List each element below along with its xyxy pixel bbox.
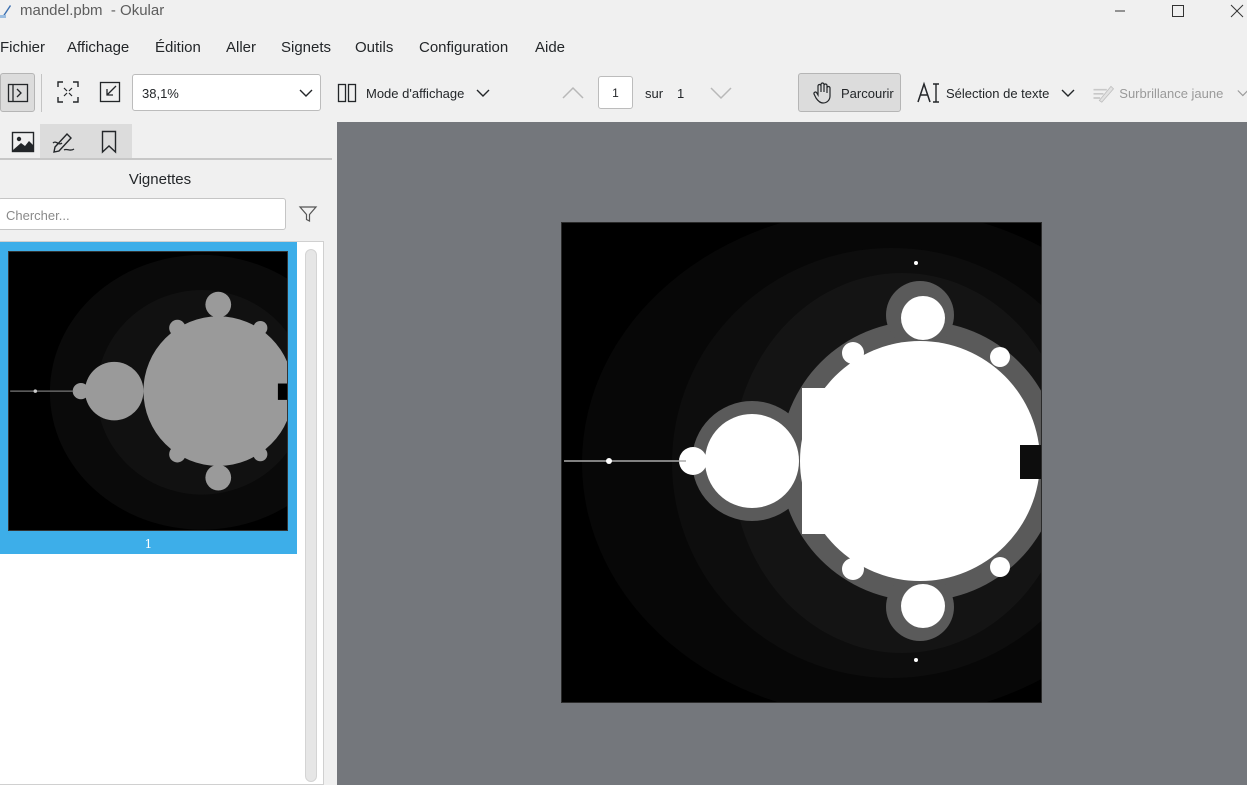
next-page-button[interactable] [707, 80, 735, 106]
chevron-down-icon [1061, 89, 1075, 97]
text-selection-tool-button[interactable]: Sélection de texte [914, 78, 1079, 108]
page-total: 1 [677, 86, 685, 101]
zoom-to-fit-icon [99, 81, 121, 103]
document-page[interactable] [562, 223, 1041, 702]
toolbar-separator [41, 74, 42, 112]
previous-page-button[interactable] [559, 80, 587, 106]
hand-icon [813, 82, 831, 104]
fit-page-icon [57, 81, 79, 103]
close-icon [1230, 4, 1244, 18]
page-number-input[interactable]: 1 [598, 76, 633, 109]
menu-outils[interactable]: Outils [355, 39, 393, 56]
menu-edition[interactable]: Édition [155, 39, 201, 56]
close-button[interactable] [1214, 0, 1247, 22]
minimize-button[interactable] [1097, 0, 1143, 22]
zoom-value: 38,1% [142, 86, 179, 101]
mandelbrot-image [562, 223, 1041, 702]
annotation-pen-icon [52, 132, 75, 153]
tab-divider [0, 158, 332, 160]
yellow-highlight-tool-button[interactable]: Surbrillance jaune [1089, 78, 1247, 108]
fit-to-window-button[interactable] [54, 78, 82, 106]
text-selection-dropdown[interactable] [1059, 84, 1077, 102]
filter-button[interactable] [298, 204, 320, 226]
thumbnail-image[interactable] [8, 251, 288, 531]
filter-icon [298, 206, 318, 222]
thumbnail-search-input[interactable]: Chercher... [0, 198, 286, 230]
text-select-icon [917, 81, 939, 103]
image-icon [11, 131, 35, 152]
menu-bar: Fichier Affichage Édition Aller Signets … [0, 34, 1247, 62]
thumbnail-scrollbar[interactable] [305, 249, 317, 782]
maximize-icon [1172, 5, 1184, 17]
minimize-icon [1115, 10, 1125, 12]
panel-title: Vignettes [128, 171, 192, 188]
chevron-down-icon [710, 87, 732, 100]
chevron-down-icon [299, 89, 313, 97]
sidebar-toggle-icon [7, 83, 28, 102]
chevron-up-icon [562, 86, 584, 99]
menu-configuration[interactable]: Configuration [419, 39, 508, 56]
bookmark-icon [101, 130, 117, 154]
text-selection-label: Sélection de texte [946, 85, 1050, 101]
page-of-label: sur [645, 86, 664, 101]
toggle-sidebar-button[interactable] [0, 73, 35, 112]
zoom-combobox[interactable]: 38,1% [132, 74, 321, 111]
thumbnail-page-label: 1 [144, 537, 153, 551]
menu-aide[interactable]: Aide [535, 39, 565, 56]
view-mode-label: Mode d'affichage [366, 85, 465, 101]
tab-annotations[interactable] [40, 124, 86, 159]
okular-app-icon [0, 5, 11, 18]
view-mode-button[interactable]: Mode d'affichage [334, 78, 494, 108]
chevron-down-icon [1237, 90, 1247, 97]
fit-width-button[interactable] [96, 78, 124, 106]
menu-affichage[interactable]: Affichage [67, 39, 129, 56]
browse-tool-label: Parcourir [841, 86, 894, 101]
search-placeholder: Chercher... [6, 208, 70, 223]
highlighter-icon [1093, 85, 1115, 103]
maximize-button[interactable] [1155, 0, 1201, 22]
mandelbrot-thumbnail [9, 252, 287, 530]
yellow-highlight-label: Surbrillance jaune [1119, 85, 1224, 101]
chevron-down-icon [476, 89, 490, 97]
menu-aller[interactable]: Aller [226, 39, 256, 56]
title-bar: mandel.pbm - Okular [0, 0, 1247, 24]
tab-bookmarks[interactable] [86, 124, 132, 159]
menu-fichier[interactable]: Fichier [0, 39, 45, 56]
view-mode-icon [337, 83, 357, 103]
menu-signets[interactable]: Signets [281, 39, 331, 56]
window-title: mandel.pbm - Okular [20, 2, 165, 19]
browse-tool-button[interactable]: Parcourir [798, 73, 901, 112]
